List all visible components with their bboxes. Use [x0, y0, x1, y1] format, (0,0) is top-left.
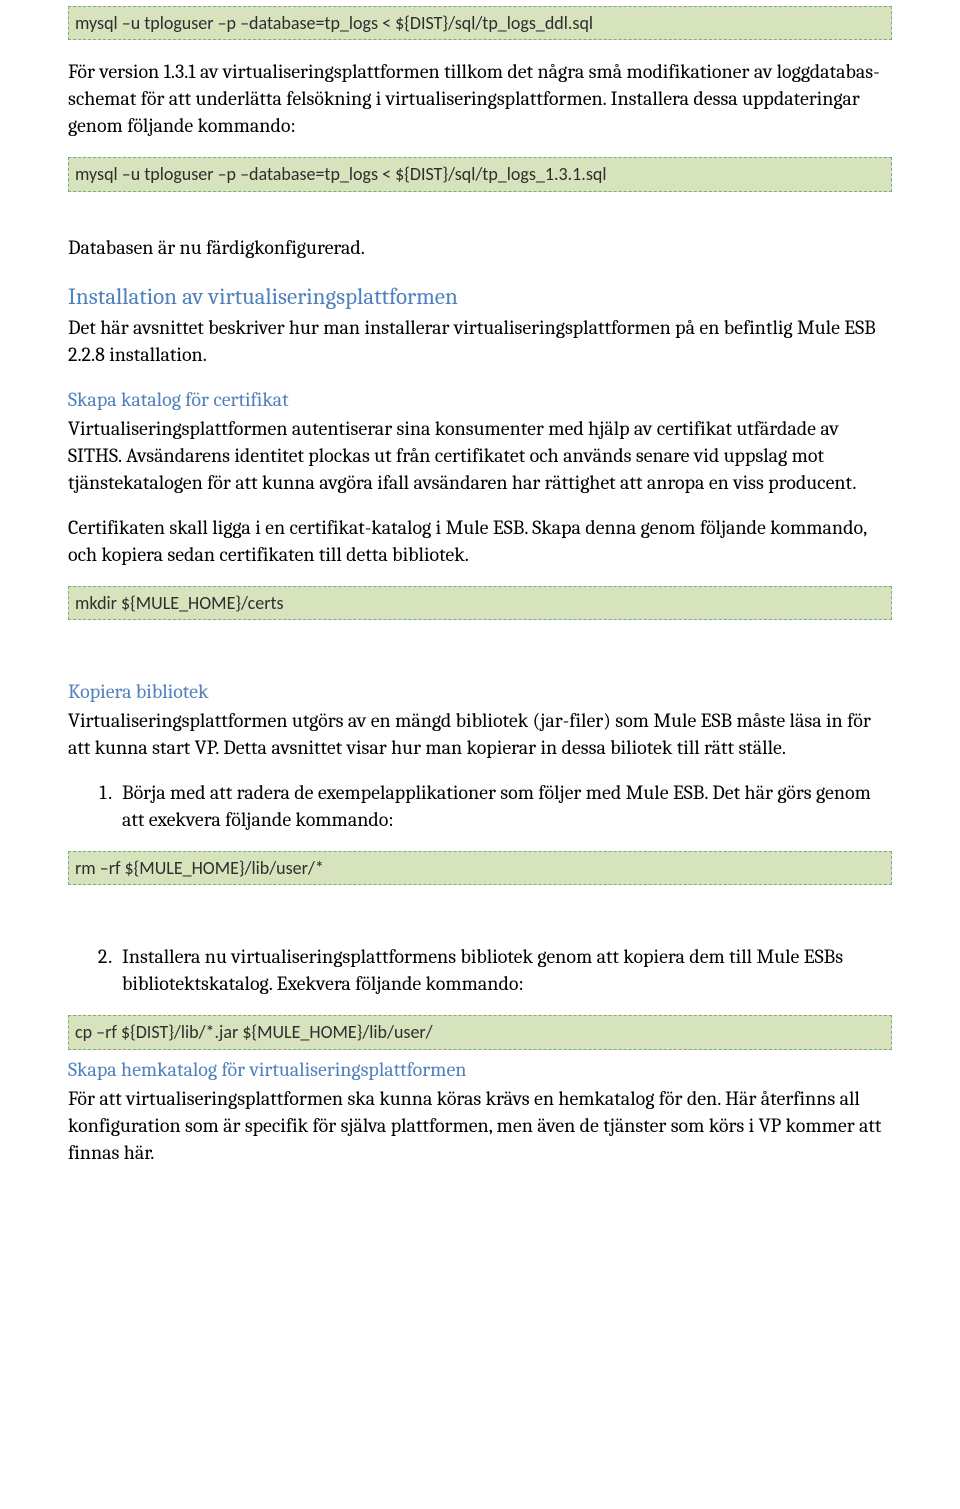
- code-block: mkdir ${MULE_HOME}/certs: [68, 586, 892, 620]
- paragraph: För version 1.3.1 av virtualiseringsplat…: [68, 58, 892, 139]
- heading-cert: Skapa katalog för certifikat: [68, 386, 892, 413]
- list-item: Börja med att radera de exempelapplikati…: [116, 779, 892, 833]
- paragraph: Virtualiseringsplattformen autentiserar …: [68, 415, 892, 496]
- heading-install: Installation av virtualiseringsplattform…: [68, 281, 892, 312]
- paragraph: För att virtualiseringsplattformen ska k…: [68, 1085, 892, 1166]
- ordered-list: Installera nu virtualiseringsplattformen…: [68, 943, 892, 997]
- heading-hemkatalog: Skapa hemkatalog för virtualiseringsplat…: [68, 1056, 892, 1083]
- heading-kopiera: Kopiera bibliotek: [68, 678, 892, 705]
- code-block: cp –rf ${DIST}/lib/*.jar ${MULE_HOME}/li…: [68, 1015, 892, 1049]
- code-block: rm –rf ${MULE_HOME}/lib/user/*: [68, 851, 892, 885]
- document-page: mysql –u tploguser –p –database=tp_logs …: [0, 6, 960, 1224]
- code-block: mysql –u tploguser –p –database=tp_logs …: [68, 6, 892, 40]
- code-block: mysql –u tploguser –p –database=tp_logs …: [68, 157, 892, 191]
- paragraph: Certifikaten skall ligga i en certifikat…: [68, 514, 892, 568]
- paragraph: Databasen är nu färdigkonfigurerad.: [68, 234, 892, 261]
- paragraph: Virtualiseringsplattformen utgörs av en …: [68, 707, 892, 761]
- paragraph: Det här avsnittet beskriver hur man inst…: [68, 314, 892, 368]
- list-item: Installera nu virtualiseringsplattformen…: [116, 943, 892, 997]
- ordered-list: Börja med att radera de exempelapplikati…: [68, 779, 892, 833]
